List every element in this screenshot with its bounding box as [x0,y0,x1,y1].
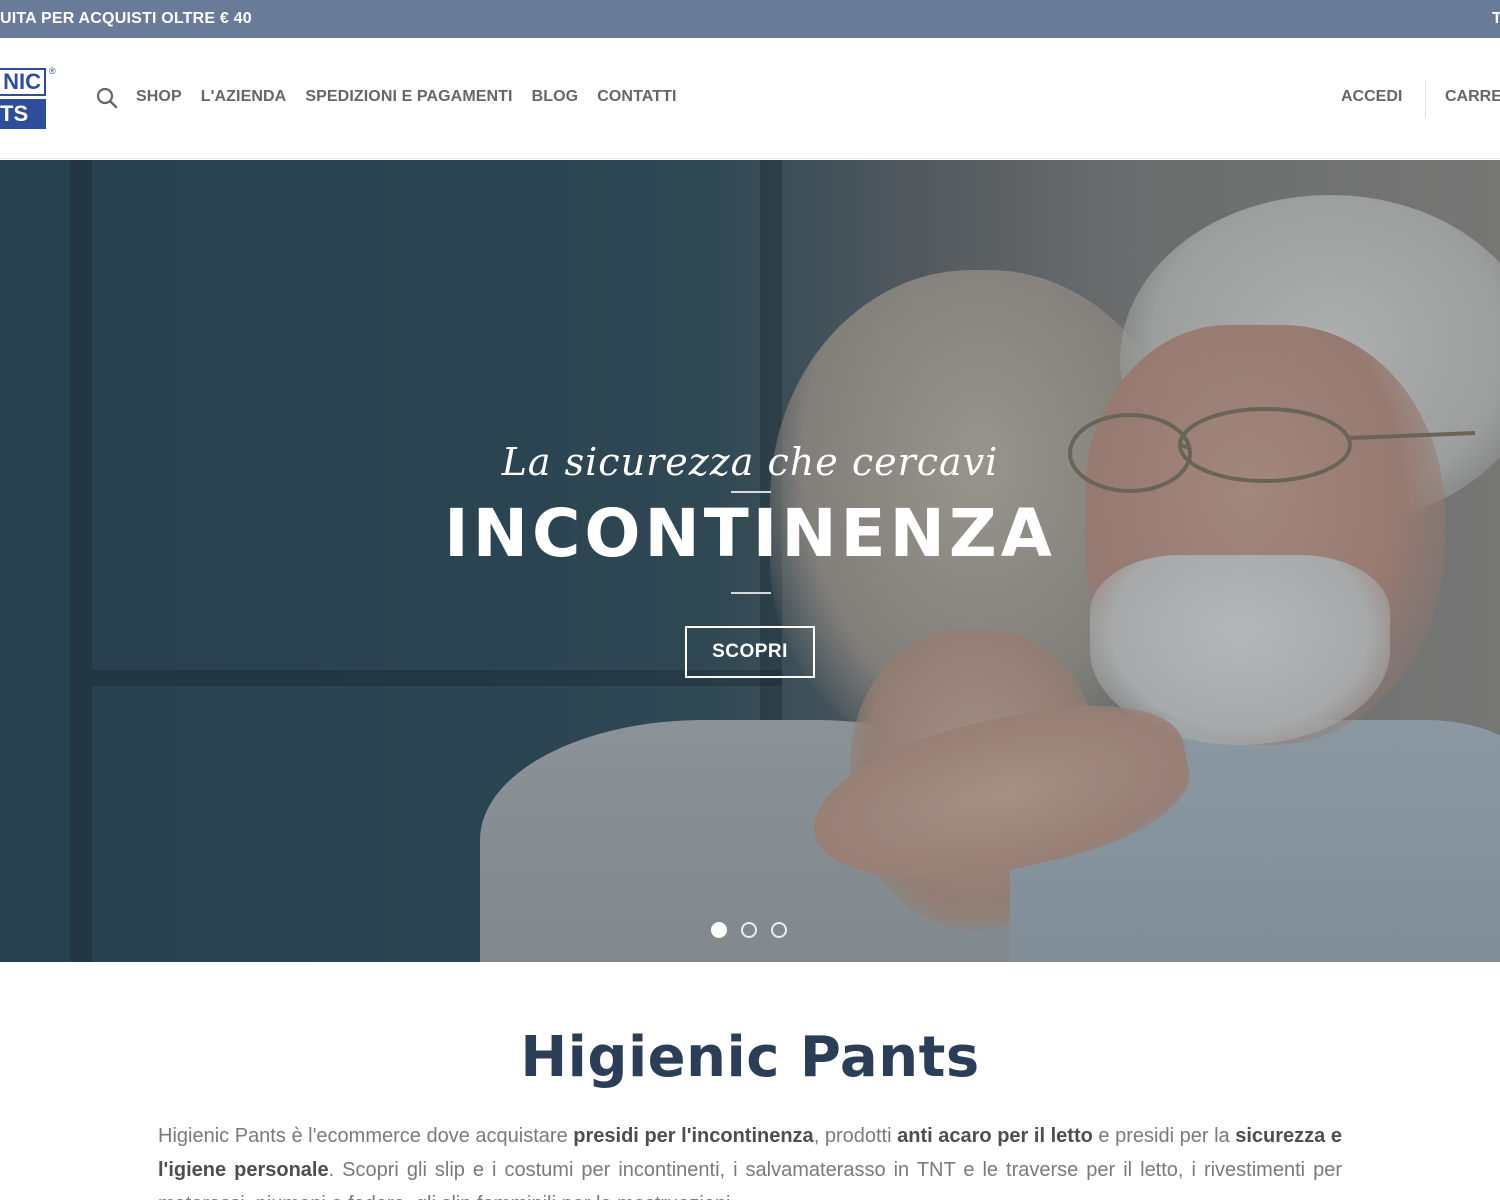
slider-dot-3[interactable] [771,922,787,938]
promo-right-fragment[interactable]: T [1492,10,1500,28]
logo-line-1: NIC [0,68,46,96]
intro-paragraph: Higienic Pants è l'ecommerce dove acquis… [158,1119,1342,1200]
intro-bold-incontinenza: presidi per l'incontinenza [573,1125,814,1147]
slider-dots [711,922,787,938]
hero-slider: La sicurezza che cercavi INCONTINENZA SC… [0,160,1500,962]
cart-link[interactable]: CARRE [1445,88,1500,106]
logo-registered-mark: ® [49,66,56,76]
header-divider [1425,80,1426,118]
intro-bold-anti-acaro: anti acaro per il letto [897,1125,1093,1147]
intro-text-segment: . Scopri gli slip e i costumi per incont… [158,1159,1342,1200]
hero-headline: INCONTINENZA [444,495,1056,572]
hero-rule-bottom [731,592,771,594]
nav-item-contatti[interactable]: CONTATTI [597,88,676,106]
login-link[interactable]: ACCEDI [1341,88,1402,106]
promo-bar: UITA PER ACQUISTI OLTRE € 40 T [0,0,1500,38]
slider-dot-2[interactable] [741,922,757,938]
intro-title: Higienic Pants [520,1025,980,1090]
nav-item-shop[interactable]: SHOP [136,88,182,106]
intro-text-segment: Higienic Pants è l'ecommerce dove acquis… [158,1125,574,1147]
site-header: NIC TS ® SHOP L'AZIENDA SPEDIZIONI E PAG… [0,38,1500,159]
nav-item-azienda[interactable]: L'AZIENDA [201,88,287,106]
nav-item-blog[interactable]: BLOG [532,88,579,106]
slider-dot-1[interactable] [711,922,727,938]
hero-rule-top [731,491,771,493]
scopri-button[interactable]: SCOPRI [685,626,815,678]
main-nav: SHOP L'AZIENDA SPEDIZIONI E PAGAMENTI BL… [136,88,696,106]
search-icon[interactable] [96,87,118,109]
brand-logo[interactable]: NIC TS ® [0,66,58,132]
hero-script-text: La sicurezza che cercavi [501,440,999,484]
nav-item-spedizioni[interactable]: SPEDIZIONI E PAGAMENTI [305,88,512,106]
intro-text-segment: e presidi per la [1092,1125,1236,1147]
promo-text: UITA PER ACQUISTI OLTRE € 40 [0,10,252,27]
intro-text-segment: , prodotti [813,1125,898,1147]
logo-line-2: TS [0,99,46,129]
